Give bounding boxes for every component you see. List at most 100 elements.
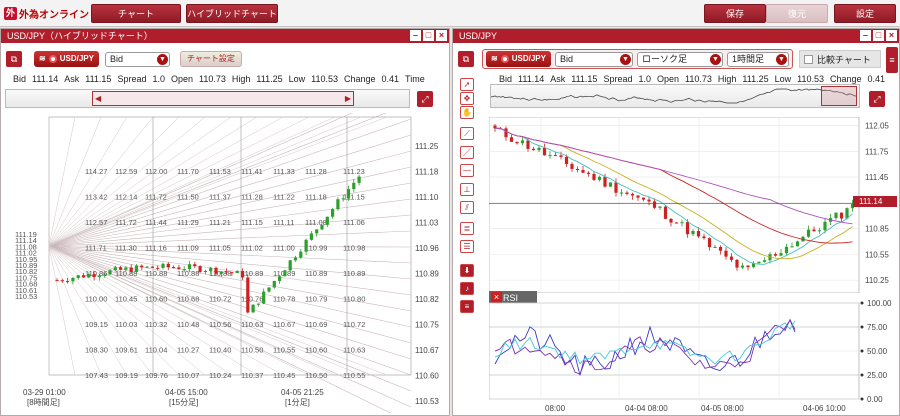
minimize-icon[interactable]: – [860,30,871,41]
rsi-chart[interactable]: 100.00 75.00 50.00 25.00 0.00 08:00 04-04 08:0… [489,295,899,415]
hybrid-chart-button[interactable]: ハイブリッドチャート [186,4,278,23]
low-label: Low [774,74,792,84]
candle-body [735,259,739,268]
channel-tool-icon[interactable]: ⫽ [460,201,474,214]
candle-body [124,267,128,270]
gann-level-label: 110.53 [15,292,37,301]
current-price-badge: 111.14 [853,196,897,207]
candle-body [272,280,276,288]
candle-body [575,168,580,170]
rsi-tick-label: 0.00 [867,395,883,404]
maximize-icon[interactable]: □ [423,30,434,41]
settings-button[interactable]: 設定 [834,4,896,23]
hline-tool-icon[interactable]: — [460,164,474,177]
grid-value-label: 110.45 [115,295,137,304]
candle-body [581,169,585,173]
fibonacci-tool-icon[interactable]: ≣ [460,222,474,235]
menu-icon[interactable]: ≡ [886,47,898,73]
symbol-selector[interactable]: ≋ USD/JPY [486,51,551,67]
hybrid-chart[interactable]: 111.19111.14111.08111.02110.95110.89110.… [1,113,449,413]
candle-body [718,246,723,251]
change-label: Change [343,74,376,84]
symbol-selector[interactable]: ≋ USD/JPY [34,51,99,67]
restore-button[interactable]: 復元 [766,4,828,23]
candle-body [278,276,282,281]
rsi-tick-label: 50.00 [867,347,888,356]
grid-value-label: 111.28 [305,167,327,176]
candle-body [740,265,745,268]
candle-body [647,199,651,202]
candle-body [209,267,213,272]
list-icon[interactable]: ≡ [460,300,474,313]
y-tick-label: 111.03 [415,219,439,228]
interval-select[interactable]: 1時間足 ▼ [726,51,789,67]
price-type-select[interactable]: Bid ▼ [554,51,633,67]
expand-icon[interactable]: ⤢ [869,91,885,107]
line-tool-icon[interactable]: ／ [460,146,474,159]
candle-body [187,264,192,270]
y-tick-label: 112.05 [865,122,889,131]
grid-value-label: 110.07 [177,371,199,380]
range-scrollbar[interactable]: ◀ ▶ [5,89,410,108]
high-label: High [231,74,251,84]
grid-value-label: 110.76 [241,295,263,304]
gann-tool-icon[interactable]: ☰ [460,240,474,253]
range-thumb[interactable]: ◀ ▶ [92,91,354,106]
main-chart-panel: USD/JPY – □ × ⧉ ≋ USD/JPY Bid ▼ ローソク足 ▼ 1時間足 ▼… [452,28,900,416]
grid-value-label: 110.55 [273,346,295,355]
alert-bell-icon[interactable]: ♪ [460,282,474,295]
crosshair-tool-icon[interactable]: ✥ [460,92,474,105]
grid-value-label: 110.04 [145,346,167,355]
y-tick-label: 110.82 [415,295,439,304]
grid-value-label: 110.00 [85,295,107,304]
candlestick-chart[interactable]: 112.05111.75111.45111.15110.85110.55110.… [489,117,899,293]
trendline-tool-icon[interactable]: ⟋ [460,127,474,140]
compare-checkbox[interactable] [803,54,813,64]
candle-body [60,280,64,282]
hybrid-chart-panel: USD/JPY（ハイブリッドチャート） – □ × ⧉ ≋ USD/JPY Bid ▼ … [0,28,450,416]
expand-icon[interactable]: ⤢ [417,91,433,107]
minimize-icon[interactable]: – [410,30,421,41]
hand-tool-icon[interactable]: ✋ [460,106,474,119]
chart-button[interactable]: チャート [91,4,181,23]
vline-tool-icon[interactable]: ⊥ [460,183,474,196]
grid-value-label: 110.48 [177,320,199,329]
grid-value-label: 110.37 [241,371,263,380]
window-icon[interactable]: ⧉ [458,51,474,67]
chart-type-select[interactable]: ローソク足 ▼ [636,51,723,67]
cursor-tool-icon[interactable]: ➚ [460,78,474,91]
close-icon[interactable]: × [886,30,897,41]
price-type-select[interactable]: Bid ▼ [104,51,170,67]
y-tick-label: 111.10 [415,193,439,202]
overview-scrollbar[interactable] [490,84,860,108]
candle-body [834,212,838,219]
compare-chart-toggle[interactable]: 比較チャート [798,50,881,68]
overview-thumb[interactable] [821,86,857,106]
change-value: 0.41 [381,74,400,84]
candle-body [625,192,629,194]
grid-value-label: 112.57 [85,218,107,227]
maximize-icon[interactable]: □ [873,30,884,41]
x-timeframe-label: [1分足] [285,398,310,407]
grid-value-label: 110.50 [241,346,263,355]
save-button[interactable]: 保存 [704,4,766,23]
candle-body [193,264,197,267]
window-icon[interactable]: ⧉ [6,51,22,67]
grid-value-label: 110.89 [305,269,327,278]
candle-body [230,272,234,274]
y-tick-label: 111.18 [415,168,439,177]
y-tick-label: 110.96 [415,244,439,253]
chart-settings-button[interactable]: チャート設定 [179,51,242,67]
arrow-left-icon[interactable]: ◀ [95,94,101,103]
candle-body [658,206,662,208]
grid-value-label: 110.45 [273,371,295,380]
close-icon[interactable]: × [436,30,447,41]
x-tick-label: 04-05 15:00 [165,388,208,397]
download-icon[interactable]: ⬇ [460,264,474,277]
rsi-tick-dot [860,373,864,377]
grid-value-label: 110.89 [343,269,365,278]
high-value: 111.25 [256,74,283,84]
arrow-right-icon[interactable]: ▶ [345,94,351,103]
grid-value-label: 109.19 [115,371,138,380]
candle-body [71,277,75,282]
